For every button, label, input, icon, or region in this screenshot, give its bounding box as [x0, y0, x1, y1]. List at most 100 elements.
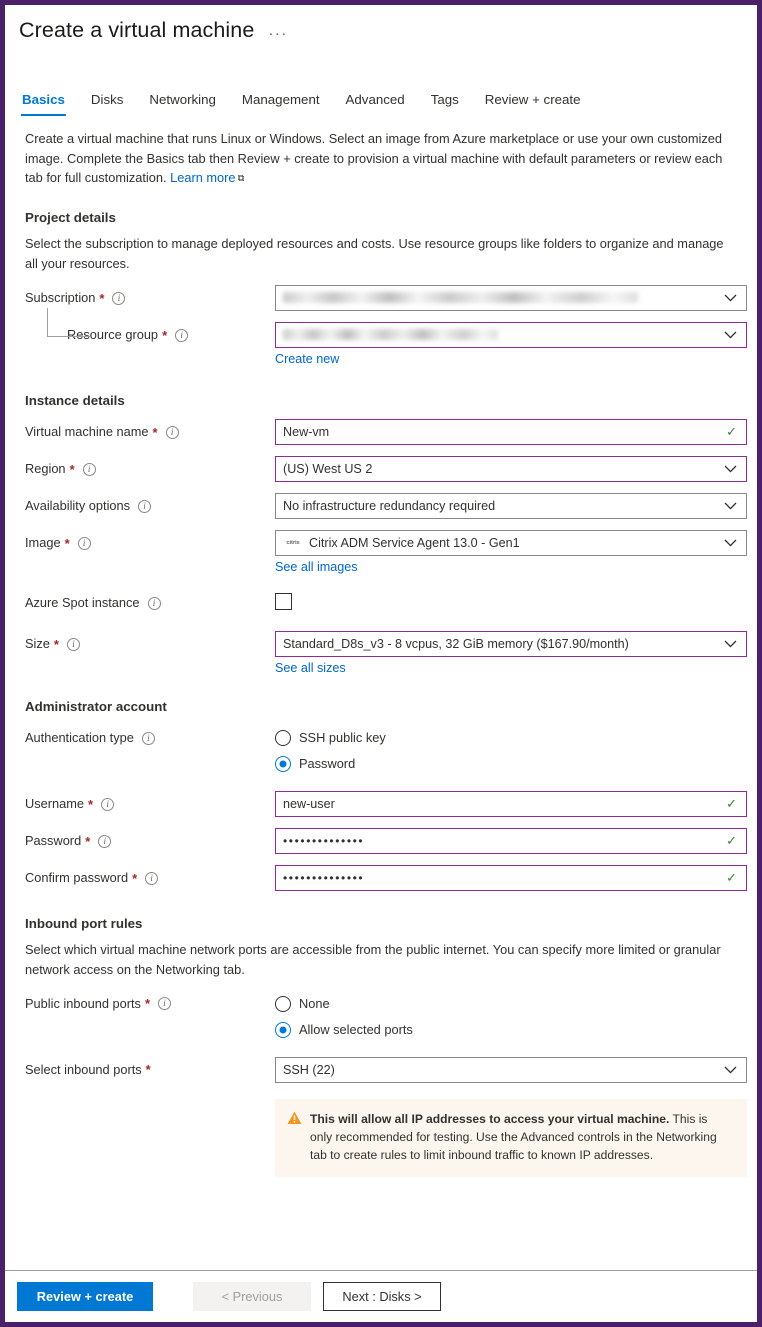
tab-advanced[interactable]: Advanced — [345, 88, 406, 116]
chevron-down-icon — [724, 465, 737, 473]
info-icon[interactable]: i — [98, 835, 111, 848]
info-icon[interactable]: i — [67, 638, 80, 651]
region-value: (US) West US 2 — [283, 462, 372, 476]
previous-button[interactable]: < Previous — [193, 1282, 311, 1311]
create-vm-window: Create a virtual machine ··· Basics Disk… — [0, 0, 762, 1327]
azure-spot-instance-control — [275, 590, 739, 610]
learn-more-link[interactable]: Learn more — [170, 170, 235, 185]
info-icon[interactable]: i — [145, 872, 158, 885]
intro-paragraph: Create a virtual machine that runs Linux… — [25, 129, 739, 188]
chevron-down-icon — [724, 640, 737, 648]
review-create-button[interactable]: Review + create — [17, 1282, 153, 1311]
radio-label: SSH public key — [299, 730, 386, 745]
warning-triangle-icon — [287, 1111, 302, 1125]
tab-management[interactable]: Management — [241, 88, 321, 116]
instance-details-form: Virtual machine name * i New-vm ✓ Region — [25, 419, 739, 675]
tab-disks[interactable]: Disks — [90, 88, 125, 116]
info-icon[interactable]: i — [83, 463, 96, 476]
see-all-images-link[interactable]: See all images — [275, 560, 358, 574]
next-disks-button[interactable]: Next : Disks > — [323, 1282, 441, 1311]
row-public-inbound-ports: Public inbound ports * i None Allow sele… — [25, 991, 739, 1043]
page-body: Create a virtual machine ··· Basics Disk… — [5, 5, 757, 1270]
row-username: Username * i new-user ✓ — [25, 791, 739, 817]
chevron-down-icon — [724, 539, 737, 547]
azure-spot-instance-checkbox[interactable] — [275, 593, 292, 610]
image-label-text: Image — [25, 535, 61, 552]
project-details-description: Select the subscription to manage deploy… — [25, 234, 739, 274]
inbound-port-rules-description: Select which virtual machine network por… — [25, 940, 739, 980]
info-icon[interactable]: i — [78, 537, 91, 550]
info-icon[interactable]: i — [112, 292, 125, 305]
footer-actions: Review + create < Previous Next : Disks … — [5, 1270, 757, 1322]
row-region: Region * i (US) West US 2 — [25, 456, 739, 482]
tab-tags[interactable]: Tags — [430, 88, 460, 116]
image-select[interactable]: citrix Citrix ADM Service Agent 13.0 - G… — [275, 530, 747, 556]
external-link-icon: ⧉ — [238, 173, 245, 184]
valid-check-icon: ✓ — [726, 424, 737, 440]
row-select-inbound-ports: Select inbound ports * SSH (22) — [25, 1057, 739, 1177]
radio-icon — [275, 996, 291, 1012]
chevron-down-icon — [724, 294, 737, 302]
select-inbound-ports-select[interactable]: SSH (22) — [275, 1057, 747, 1083]
row-image: Image * i citrix Citrix ADM Service Agen… — [25, 530, 739, 574]
username-control: new-user ✓ — [275, 791, 739, 817]
resource-group-select[interactable] — [275, 322, 747, 348]
username-input[interactable]: new-user ✓ — [275, 791, 747, 817]
see-all-sizes-link[interactable]: See all sizes — [275, 661, 346, 675]
password-control: •••••••••••••• ✓ — [275, 828, 739, 854]
resource-group-control: Create new — [275, 322, 739, 366]
info-icon[interactable]: i — [138, 500, 151, 513]
info-icon[interactable]: i — [142, 732, 155, 745]
resource-group-label: Resource group * i — [25, 322, 275, 344]
redacted-subscription-value — [283, 292, 638, 303]
availability-options-select[interactable]: No infrastructure redundancy required — [275, 493, 747, 519]
vm-name-input[interactable]: New-vm ✓ — [275, 419, 747, 445]
password-input[interactable]: •••••••••••••• ✓ — [275, 828, 747, 854]
chevron-down-icon — [724, 331, 737, 339]
info-icon[interactable]: i — [166, 426, 179, 439]
info-icon[interactable]: i — [175, 329, 188, 342]
tab-basics[interactable]: Basics — [21, 88, 66, 116]
row-availability-options: Availability options i No infrastructure… — [25, 493, 739, 519]
required-marker: * — [99, 292, 104, 305]
required-marker: * — [145, 997, 150, 1010]
radio-password[interactable]: Password — [275, 751, 739, 777]
radio-icon — [275, 730, 291, 746]
required-marker: * — [70, 463, 75, 476]
row-vm-name: Virtual machine name * i New-vm ✓ — [25, 419, 739, 445]
more-options-icon[interactable]: ··· — [268, 19, 290, 42]
administrator-account-form: Authentication type i SSH public key Pas… — [25, 725, 739, 891]
vm-name-label: Virtual machine name * i — [25, 419, 275, 441]
warning-text: This will allow all IP addresses to acce… — [310, 1110, 733, 1165]
subscription-select[interactable] — [275, 285, 747, 311]
authentication-type-label: Authentication type i — [25, 725, 275, 747]
info-icon[interactable]: i — [101, 798, 114, 811]
radio-selected-icon — [275, 756, 291, 772]
tab-networking[interactable]: Networking — [148, 88, 217, 116]
required-marker: * — [153, 426, 158, 439]
radio-ssh-public-key[interactable]: SSH public key — [275, 725, 739, 751]
radio-none[interactable]: None — [275, 991, 739, 1017]
public-inbound-ports-control: None Allow selected ports — [275, 991, 739, 1043]
vm-name-label-text: Virtual machine name — [25, 424, 149, 441]
size-control: Standard_D8s_v3 - 8 vcpus, 32 GiB memory… — [275, 631, 739, 675]
region-select[interactable]: (US) West US 2 — [275, 456, 747, 482]
required-marker: * — [65, 537, 70, 550]
info-icon[interactable]: i — [148, 597, 161, 610]
create-new-resource-group-link[interactable]: Create new — [275, 352, 339, 366]
radio-allow-selected-ports[interactable]: Allow selected ports — [275, 1017, 739, 1043]
required-marker: * — [85, 835, 90, 848]
warning-bold-text: This will allow all IP addresses to acce… — [310, 1112, 669, 1126]
size-select[interactable]: Standard_D8s_v3 - 8 vcpus, 32 GiB memory… — [275, 631, 747, 657]
inbound-port-rules-heading: Inbound port rules — [25, 916, 739, 931]
info-icon[interactable]: i — [158, 997, 171, 1010]
subscription-control — [275, 285, 739, 311]
confirm-password-input[interactable]: •••••••••••••• ✓ — [275, 865, 747, 891]
subscription-label-text: Subscription — [25, 290, 95, 307]
region-control: (US) West US 2 — [275, 456, 739, 482]
tab-review-create[interactable]: Review + create — [484, 88, 582, 116]
radio-selected-icon — [275, 1022, 291, 1038]
row-confirm-password: Confirm password * i •••••••••••••• ✓ — [25, 865, 739, 891]
citrix-logo-icon: citrix — [283, 537, 303, 549]
vm-name-control: New-vm ✓ — [275, 419, 739, 445]
